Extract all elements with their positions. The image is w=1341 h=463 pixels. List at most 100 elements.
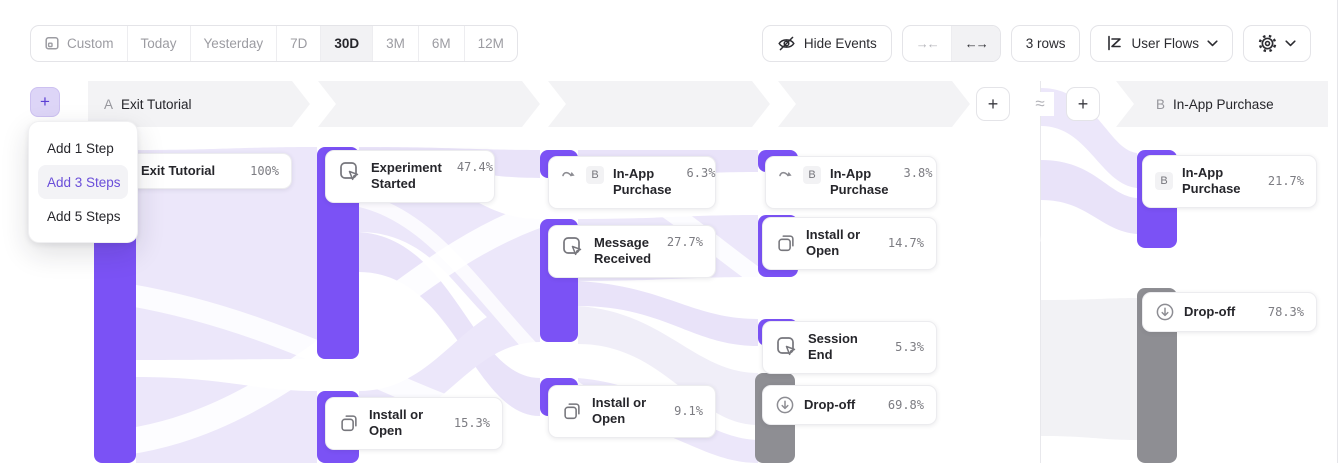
b-badge: B — [586, 166, 604, 184]
dropoff-icon — [1155, 302, 1175, 322]
approx-separator-icon: ≈ — [1026, 92, 1054, 116]
node-card-install-or-open-15[interactable]: Install or Open 15.3% — [325, 397, 503, 450]
toolbar: Custom Today Yesterday 7D 30D 3M 6M 12M … — [30, 24, 1311, 62]
rows-label: 3 rows — [1026, 36, 1066, 51]
rows-button[interactable]: 3 rows — [1011, 25, 1081, 62]
date-option-3m[interactable]: 3M — [373, 26, 419, 61]
date-option-label: Custom — [67, 36, 114, 51]
menu-item-add-5-steps[interactable]: Add 5 Steps — [38, 199, 128, 233]
gear-icon — [1258, 34, 1277, 53]
add-column-button-left[interactable]: + — [976, 87, 1010, 121]
b-badge: B — [803, 166, 821, 184]
menu-item-add-3-steps[interactable]: Add 3 Steps — [38, 165, 128, 199]
flow-ribbon — [1041, 298, 1137, 440]
date-option-today[interactable]: Today — [128, 26, 191, 61]
node-card-install-or-open-91[interactable]: Install or Open 9.1% — [548, 385, 716, 438]
plus-icon: + — [988, 94, 999, 115]
node-card-exit-tutorial[interactable]: Exit Tutorial 100% — [128, 153, 292, 189]
window-icon — [561, 400, 583, 422]
chevron-down-icon — [1207, 40, 1218, 47]
node-percent: 14.7% — [882, 236, 924, 250]
event-icon — [561, 235, 585, 259]
hide-events-button[interactable]: Hide Events — [762, 25, 892, 62]
flow-a-letter: A — [104, 97, 113, 112]
dropoff-icon — [775, 395, 795, 415]
add-step-button[interactable]: + — [30, 87, 60, 117]
flow-a-band-segment-3[interactable] — [548, 81, 770, 127]
eye-off-icon — [777, 34, 796, 53]
event-icon — [338, 160, 362, 184]
menu-item-add-1-step[interactable]: Add 1 Step — [38, 131, 128, 165]
node-percent: 21.7% — [1262, 174, 1304, 188]
flow-a-band-segment-4[interactable] — [778, 81, 970, 127]
node-percent: 6.3% — [681, 166, 716, 180]
toolbar-right-tools: Hide Events →← ←→ 3 rows User Flows — [762, 25, 1311, 62]
node-card-experiment-started[interactable]: Experiment Started 47.4% — [325, 150, 495, 203]
hide-events-label: Hide Events — [804, 36, 877, 51]
view-selector-label: User Flows — [1131, 36, 1199, 51]
flow-a-band-segment-2[interactable] — [318, 81, 540, 127]
chevron-down-icon — [1285, 40, 1296, 47]
plus-icon: + — [40, 92, 50, 112]
flow-b-band-title: B In-App Purchase — [1156, 81, 1274, 127]
user-flows-page: Custom Today Yesterday 7D 30D 3M 6M 12M … — [0, 0, 1341, 463]
date-option-30d-active[interactable]: 30D — [321, 26, 373, 61]
flow-b-letter: B — [1156, 97, 1165, 112]
window-icon — [338, 412, 360, 434]
flow-a-title: Exit Tutorial — [121, 97, 192, 112]
date-option-yesterday[interactable]: Yesterday — [191, 26, 278, 61]
node-label: Message Received — [594, 235, 652, 268]
view-selector-button[interactable]: User Flows — [1090, 25, 1233, 62]
date-option-6m[interactable]: 6M — [419, 26, 465, 61]
exit-flow-arrow-icon — [778, 166, 794, 182]
collapse-icon: →← — [916, 36, 938, 51]
flow-ribbon — [1041, 160, 1137, 234]
flow-ribbon — [578, 281, 758, 346]
node-label: Install or Open — [592, 395, 659, 428]
add-step-menu: Add 1 Step Add 3 Steps Add 5 Steps — [28, 121, 138, 243]
node-label: In-App Purchase — [830, 166, 889, 199]
node-percent: 3.8% — [898, 166, 933, 180]
flow-b-title: In-App Purchase — [1173, 97, 1274, 112]
date-option-7d[interactable]: 7D — [277, 26, 321, 61]
node-label: Session End — [808, 331, 880, 364]
expand-columns-button[interactable]: ←→ — [952, 26, 1000, 61]
width-toggle-group: →← ←→ — [902, 25, 1001, 62]
expand-icon: ←→ — [965, 36, 987, 51]
node-label: Install or Open — [369, 407, 439, 440]
node-card-install-or-open-147[interactable]: Install or Open 14.7% — [762, 217, 937, 270]
node-percent: 5.3% — [889, 340, 924, 354]
node-percent: 100% — [244, 164, 279, 178]
node-label: Experiment Started — [371, 160, 442, 193]
node-label: Drop-off — [1184, 304, 1235, 320]
flow-ribbon — [136, 377, 317, 463]
node-card-b-dropoff[interactable]: Drop-off 78.3% — [1142, 292, 1317, 332]
settings-button[interactable] — [1243, 25, 1311, 62]
node-card-message-received[interactable]: Message Received 27.7% — [548, 225, 716, 278]
date-option-12m[interactable]: 12M — [465, 26, 517, 61]
add-column-button-right[interactable]: + — [1066, 87, 1100, 121]
node-card-b-in-app-purchase[interactable]: B In-App Purchase 21.7% — [1142, 155, 1317, 208]
node-percent: 47.4% — [451, 160, 493, 174]
node-label: In-App Purchase — [613, 166, 672, 199]
window-icon — [775, 232, 797, 254]
exit-flow-arrow-icon — [561, 166, 577, 182]
line-chart-icon — [1105, 34, 1123, 52]
flows-divider-line — [1040, 81, 1041, 463]
page-right-border — [1337, 0, 1338, 463]
node-label: Drop-off — [804, 397, 855, 413]
plus-icon: + — [1078, 94, 1089, 115]
node-percent: 69.8% — [882, 398, 924, 412]
date-range-group: Custom Today Yesterday 7D 30D 3M 6M 12M — [30, 25, 518, 62]
date-option-custom[interactable]: Custom — [31, 26, 128, 61]
node-card-session-end[interactable]: Session End 5.3% — [762, 321, 937, 374]
node-card-in-app-purchase-38[interactable]: B In-App Purchase 3.8% — [765, 156, 937, 209]
b-badge: B — [1155, 172, 1173, 190]
collapse-columns-button[interactable]: →← — [903, 26, 952, 61]
event-icon — [775, 335, 799, 359]
node-card-in-app-purchase-63[interactable]: B In-App Purchase 6.3% — [548, 156, 716, 209]
node-percent: 9.1% — [668, 404, 703, 418]
node-card-dropoff-698[interactable]: Drop-off 69.8% — [762, 385, 937, 425]
calendar-icon — [44, 35, 60, 51]
node-percent: 27.7% — [661, 235, 703, 249]
